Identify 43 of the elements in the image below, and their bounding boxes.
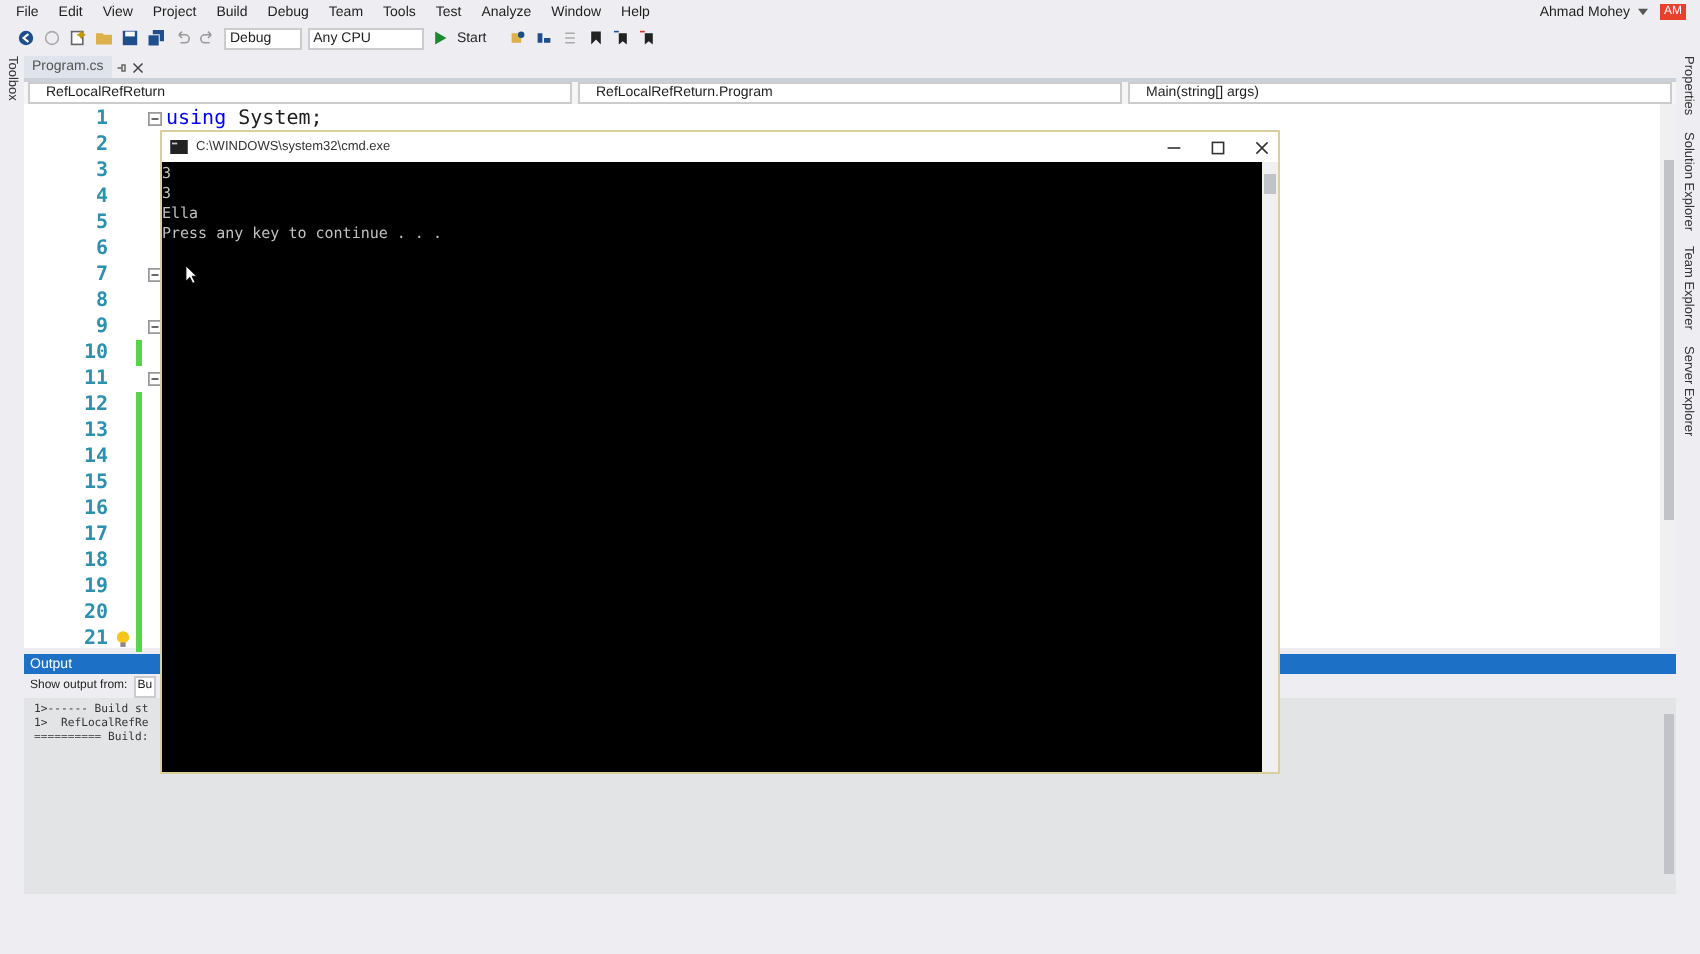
line-number: 14 — [81, 446, 108, 468]
pin-icon[interactable] — [115, 61, 128, 73]
collapse-icon[interactable] — [148, 112, 162, 126]
editor-scrollbar[interactable] — [1660, 104, 1676, 648]
back-icon[interactable] — [18, 30, 34, 46]
line-number: 13 — [81, 420, 108, 442]
console-icon — [170, 140, 188, 154]
line-number: 18 — [81, 550, 108, 572]
line-number: 4 — [93, 186, 108, 208]
line-number: 3 — [93, 160, 108, 182]
bookmark-icon[interactable] — [588, 30, 605, 46]
line-number: 16 — [81, 498, 108, 520]
mouse-pointer-icon — [186, 266, 198, 284]
line-number: 2 — [93, 134, 108, 156]
line-number: 5 — [93, 212, 108, 234]
new-project-icon[interactable] — [70, 30, 86, 46]
line-number: 19 — [81, 576, 108, 598]
line-number: 8 — [93, 290, 108, 312]
close-icon[interactable] — [131, 61, 144, 73]
console-scrollbar[interactable] — [1262, 162, 1278, 772]
code-line: using System; — [166, 108, 323, 130]
line-number: 15 — [81, 472, 108, 494]
bookmark-next-icon[interactable] — [614, 30, 631, 46]
bookmark-prev-icon[interactable] — [640, 30, 657, 46]
line-number: 21 — [81, 628, 108, 650]
line-number: 7 — [93, 264, 108, 286]
play-icon[interactable] — [432, 30, 449, 46]
save-all-icon[interactable] — [148, 30, 164, 46]
maximize-icon[interactable] — [1210, 139, 1226, 155]
line-number: 17 — [81, 524, 108, 546]
line-number: 11 — [81, 368, 108, 390]
find-icon[interactable] — [510, 30, 527, 46]
line-number: 1 — [93, 108, 108, 130]
line-number: 12 — [81, 394, 108, 416]
caret-icon[interactable] — [1638, 8, 1648, 16]
line-number: 10 — [81, 342, 108, 364]
save-icon[interactable] — [122, 30, 138, 46]
lightbulb-icon[interactable] — [115, 630, 129, 648]
line-number: 9 — [93, 316, 108, 338]
close-icon[interactable] — [1254, 139, 1270, 155]
line-number: 20 — [81, 602, 108, 624]
format-icon[interactable] — [536, 30, 553, 46]
line-number: 6 — [93, 238, 108, 260]
